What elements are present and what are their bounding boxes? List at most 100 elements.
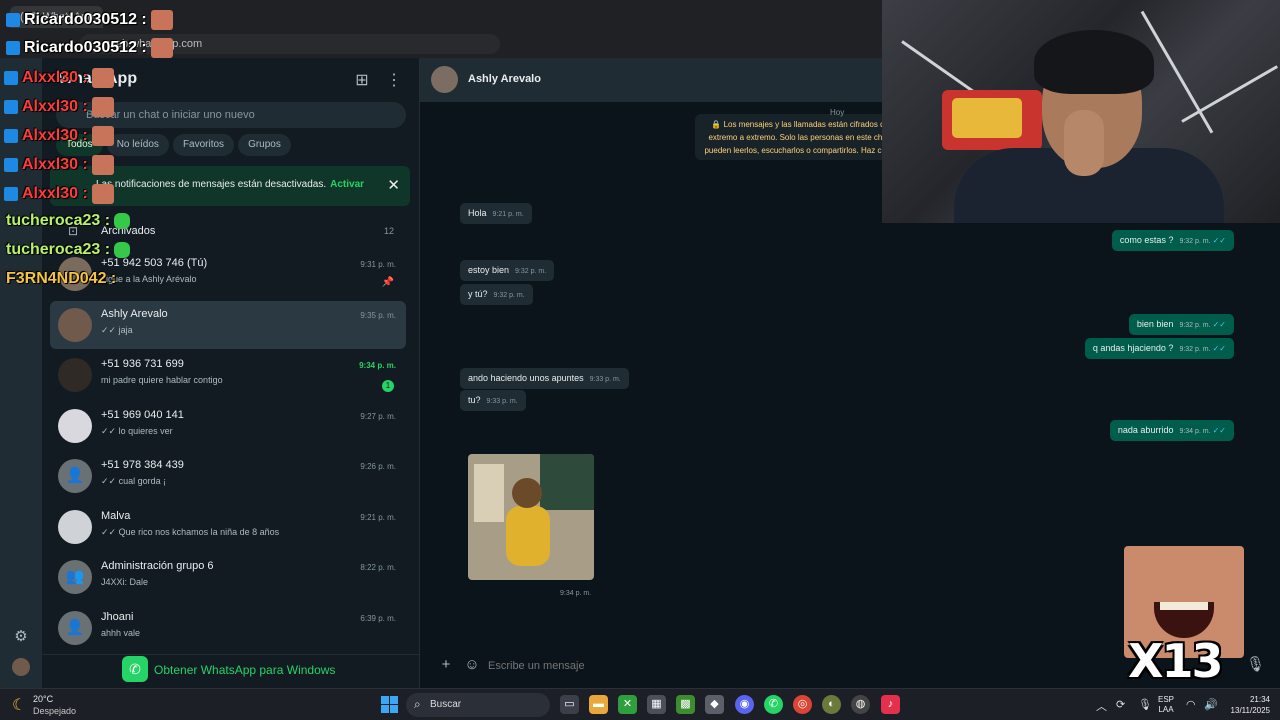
- chat-preview: ahhh vale: [101, 627, 141, 638]
- contact-avatar[interactable]: [431, 66, 458, 93]
- browser-tab[interactable]: (27) WhatsApp: [10, 6, 104, 28]
- filter-grupos[interactable]: Grupos: [238, 134, 291, 156]
- message-text: y tú?: [468, 289, 488, 299]
- default-avatar-icon[interactable]: 👤: [58, 459, 92, 493]
- new-chat-icon[interactable]: ⊞: [352, 70, 372, 90]
- chat-time: 9:35 p. m.: [360, 310, 396, 320]
- message-time: 9:34 p. m.: [1179, 428, 1211, 435]
- pillow-pattern: [952, 98, 1022, 138]
- chat-list-item[interactable]: 👤 +51 978 384 439 ✓✓ cual gorda ¡ 9:26 p. m…: [50, 452, 406, 500]
- default-avatar-icon[interactable]: 👤: [58, 610, 92, 645]
- tiktok-icon[interactable]: ♪: [881, 695, 900, 714]
- clock[interactable]: 21:34 13/11/2025: [1222, 694, 1270, 716]
- filter-todos[interactable]: Todos: [56, 134, 103, 156]
- avatar[interactable]: [58, 257, 92, 291]
- start-button[interactable]: [381, 696, 398, 713]
- chat-preview: ✓✓ Que rico nos kchamos la niña de 8 año…: [101, 526, 280, 537]
- whatsapp-icon: ✆: [122, 656, 148, 682]
- avatar[interactable]: [58, 509, 92, 544]
- group-avatar-icon[interactable]: 👥: [58, 560, 92, 594]
- read-receipt-icon: ✓✓: [1212, 320, 1226, 329]
- chat-list-item[interactable]: Malva ✓✓ Que rico nos kchamos la niña de …: [50, 503, 406, 551]
- wifi-icon[interactable]: ◠: [1186, 698, 1196, 711]
- emoji-icon[interactable]: ☺: [463, 656, 481, 674]
- chat-list-item[interactable]: 👥 Administración grupo 6 J4XXi: Dale 8:22 p…: [50, 553, 406, 601]
- message-time: 9:32 p. m.: [1179, 346, 1211, 353]
- sync-icon[interactable]: ⟳: [1116, 698, 1125, 711]
- chat-list-item[interactable]: +51 936 731 699 mi padre quiere hablar co…: [50, 351, 406, 399]
- taskbar: ☾ 20°C Despejado ⌕ Buscar ▭ ▬ ✕ ▦ ▩ ◆ ◉ …: [0, 688, 1280, 720]
- file-explorer-icon[interactable]: ▬: [589, 695, 608, 714]
- chat-time: 9:21 p. m.: [360, 512, 396, 522]
- obs-icon[interactable]: ◍: [851, 695, 870, 714]
- microphone-icon[interactable]: 🎙: [1246, 656, 1265, 674]
- incoming-message[interactable]: tu? 9:33 p. m.: [460, 390, 526, 411]
- message-input[interactable]: [488, 656, 1088, 676]
- store-icon[interactable]: ▦: [647, 695, 666, 714]
- incoming-message[interactable]: y tú? 9:32 p. m.: [460, 284, 533, 305]
- chat-name: Malva: [101, 509, 131, 522]
- message-time: 9:33 p. m.: [589, 376, 621, 383]
- activate-link[interactable]: Activar: [330, 179, 364, 190]
- address-bar[interactable]: web.whatsapp.com: [80, 34, 500, 54]
- chat-name: Ashly Arevalo: [101, 307, 168, 320]
- discord-icon[interactable]: ◉: [735, 695, 754, 714]
- message-text: nada aburrido: [1117, 425, 1174, 435]
- chrome-icon[interactable]: ◎: [793, 695, 812, 714]
- chat-list-item[interactable]: Ashly Arevalo ✓✓ jaja 9:35 p. m.: [50, 300, 406, 349]
- plus-icon[interactable]: +: [437, 656, 455, 674]
- menu-icon[interactable]: ⋮: [384, 70, 404, 90]
- sticker-chalkboard: [540, 454, 594, 510]
- chevron-up-icon[interactable]: ︿: [1096, 698, 1107, 714]
- message-time: 9:32 p. m.: [1179, 322, 1211, 329]
- filter-no-leidos[interactable]: No leídos: [106, 134, 169, 156]
- monkey-sticker[interactable]: [468, 454, 594, 580]
- outgoing-message[interactable]: q andas hjaciendo ? 9:32 p. m. ✓✓: [1084, 338, 1234, 359]
- chat-list-item[interactable]: 👤 Jhoani ahhh vale 6:39 p. m.: [50, 604, 406, 652]
- app-title: WhatsApp: [58, 70, 138, 87]
- avatar[interactable]: [58, 307, 92, 342]
- url-text: web.whatsapp.com: [108, 38, 203, 50]
- chat-time: 9:34 p. m.: [359, 361, 396, 370]
- microphone-tray-icon[interactable]: 🎙: [1138, 698, 1152, 711]
- incoming-message[interactable]: ando haciendo unos apuntes 9:33 p. m.: [460, 368, 629, 389]
- chat-list-item[interactable]: +51 942 503 746 (Tú) Ligue a la Ashly Aré…: [50, 250, 406, 298]
- avatar[interactable]: [58, 408, 92, 443]
- contact-name: Ashly Arevalo: [468, 73, 541, 85]
- roblox-icon[interactable]: ◆: [705, 695, 724, 714]
- settings-icon[interactable]: ⚙: [12, 628, 30, 646]
- task-view-icon[interactable]: ▭: [560, 695, 579, 714]
- outgoing-message[interactable]: nada aburrido 9:34 p. m. ✓✓: [1109, 420, 1234, 441]
- message-time: 9:32 p. m.: [515, 268, 547, 275]
- message-text: bien bien: [1136, 319, 1174, 329]
- close-icon[interactable]: ✕: [387, 176, 400, 194]
- weather-temp: 20°C: [33, 694, 54, 704]
- weather-moon-icon[interactable]: ☾: [12, 695, 26, 715]
- whatsapp-taskbar-icon[interactable]: ✆: [764, 695, 783, 714]
- archived-row[interactable]: ⊡ Archivados 12: [42, 218, 420, 246]
- chat-list-item[interactable]: +51 969 040 141 ✓✓ lo quieres ver 9:27 p. …: [50, 402, 406, 450]
- search-input[interactable]: Buscar un chat o iniciar uno nuevo: [56, 102, 406, 128]
- webcam-person-hair: [1034, 30, 1154, 94]
- get-app-banner[interactable]: ✆ Obtener WhatsApp para Windows: [42, 654, 420, 688]
- xbox-icon[interactable]: ✕: [618, 695, 637, 714]
- incoming-message[interactable]: estoy bien 9:32 p. m.: [460, 260, 555, 281]
- outgoing-message[interactable]: bien bien 9:32 p. m. ✓✓: [1128, 314, 1234, 335]
- volume-icon[interactable]: 🔊: [1204, 698, 1218, 711]
- unread-badge: 1: [382, 380, 394, 392]
- avatar[interactable]: [58, 358, 92, 392]
- incoming-message[interactable]: Hola 9:21 p. m.: [460, 203, 532, 224]
- minecraft-icon[interactable]: ▩: [676, 695, 695, 714]
- search-icon: ⌕: [414, 697, 421, 711]
- taskbar-search[interactable]: ⌕ Buscar: [406, 693, 550, 717]
- outgoing-message[interactable]: como estas ? 9:32 p. m. ✓✓: [1111, 230, 1234, 251]
- encryption-notice[interactable]: 🔒 Los mensajes y las llamadas están cifr…: [695, 114, 895, 160]
- chat-preview: ✓✓ lo quieres ver: [101, 425, 173, 436]
- chat-time: 6:39 p. m.: [360, 613, 396, 623]
- language-indicator[interactable]: ESP LAA: [1158, 695, 1174, 715]
- filter-favoritos[interactable]: Favoritos: [172, 134, 235, 156]
- profile-avatar[interactable]: [12, 658, 30, 676]
- weather-desc: Despejado: [33, 706, 77, 716]
- app-icon[interactable]: ◐: [822, 695, 841, 714]
- message-text: estoy bien: [468, 265, 510, 275]
